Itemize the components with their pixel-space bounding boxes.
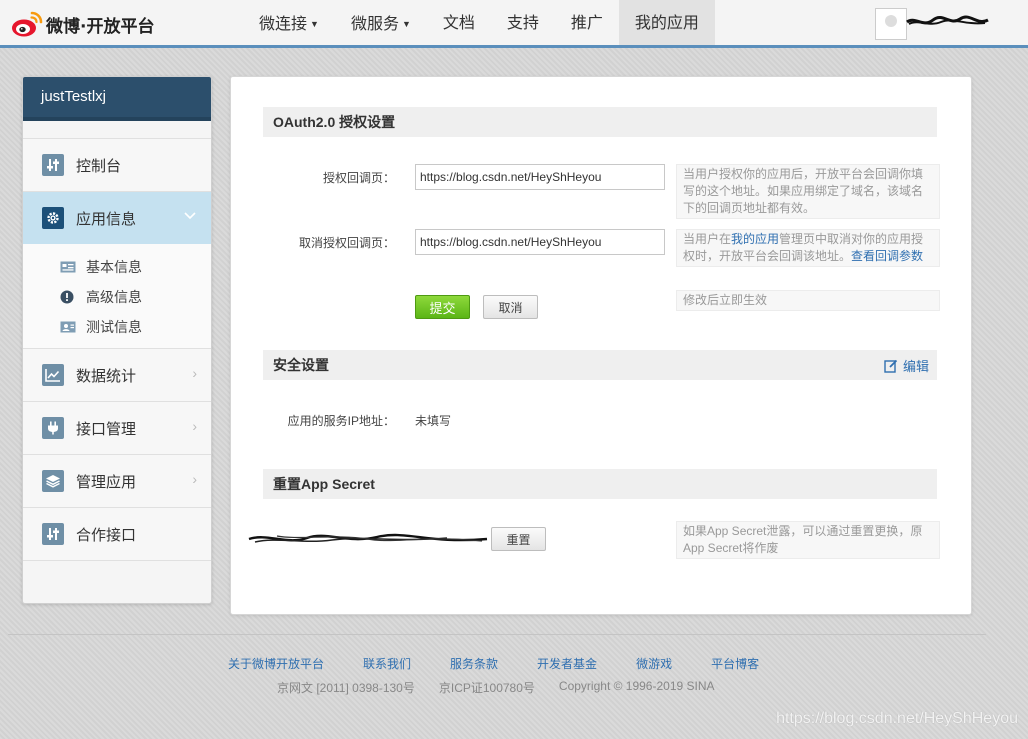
secret-section-title: 重置App Secret [263,469,937,499]
plug-icon [42,417,64,439]
sidebar-app-name: justTestlxj [23,77,211,121]
nav-item-support[interactable]: 支持 [491,0,555,45]
footer-link-about[interactable]: 关于微博开放平台 [228,655,324,672]
footer-link-games[interactable]: 微游戏 [636,655,672,672]
sidebar-item-label: 合作接口 [76,526,137,544]
edit-label: 编辑 [902,359,929,374]
sidebar-item-app-info[interactable]: 应用信息 [23,192,211,244]
oauth-section-title: OAuth2.0 授权设置 [263,107,937,137]
sidebar-item-label: 控制台 [76,157,122,175]
sidebar-item-label: 管理应用 [76,473,137,491]
sidebar-item-api-management[interactable]: 接口管理 › [23,402,211,455]
nav-label: 微服务 [350,16,399,33]
submenu-item-basic-info[interactable]: 基本信息 [23,252,211,282]
sidebar-spacer [23,121,211,139]
submenu-label: 测试信息 [86,319,142,335]
main-nav: 微连接 ▼ 微服务 ▼ 文档 支持 推广 我的应用 [243,0,715,45]
line-chart-icon [42,364,64,386]
callback-url-label: 授权回调页： [322,171,395,185]
hint-text: 当用户在 [683,232,732,246]
nav-label: 微连接 [259,16,308,33]
copyright-text: Copyright © 1996-2019 SINA [558,679,715,693]
user-card-icon [60,321,76,333]
reset-secret-hint: 如果App Secret泄露，可以通过重置更换，原App Secret将作废 [676,521,940,559]
cancel-button[interactable]: 取消 [483,295,538,319]
sidebar-item-statistics[interactable]: 数据统计 › [23,349,211,402]
submenu-item-advanced-info[interactable]: 高级信息 [23,282,211,312]
sidebar-item-label: 应用信息 [76,210,137,228]
chevron-right-icon: › [192,365,197,381]
edit-security-link[interactable]: 编辑 [884,356,929,375]
license-text: 京网文 [2011] 0398-130号 [277,681,415,695]
security-section-title: 安全设置 [263,350,937,380]
gear-icon [42,207,64,229]
sidebar-submenu: 基本信息 高级信息 测试信息 [23,244,211,349]
server-ip-value: 未填写 [415,414,452,428]
footer-copyright: 京网文 [2011] 0398-130号 京ICP证100780号 Copyri… [277,679,739,696]
icp-text: 京ICP证100780号 [438,681,535,695]
sidebar-item-console[interactable]: 控制台 [23,139,211,192]
main-panel: OAuth2.0 授权设置 授权回调页： 当用户授权你的应用后，开放平台会回调你… [230,76,972,615]
footer-divider [8,634,986,635]
info-icon [60,290,74,304]
csdn-watermark: https://blog.csdn.net/HeyShHeyou [776,710,1018,727]
footer-link-dev-fund[interactable]: 开发者基金 [537,655,597,672]
weibo-open-platform-logo[interactable]: 微博·开放平台 [10,8,154,40]
redacted-username-scribble [906,15,989,25]
nav-item-docs[interactable]: 文档 [427,0,491,45]
submenu-label: 高级信息 [86,289,142,305]
nav-item-promotion[interactable]: 推广 [555,0,619,45]
footer-link-blog[interactable]: 平台博客 [711,655,759,672]
reset-secret-button[interactable]: 重置 [491,527,546,551]
sliders-icon [42,154,64,176]
footer-link-terms[interactable]: 服务条款 [450,655,498,672]
footer-link-contact[interactable]: 联系我们 [363,655,411,672]
view-callback-params-link[interactable]: 查看回调参数 [851,249,923,263]
callback-url-input[interactable] [415,164,665,190]
server-ip-label: 应用的服务IP地址： [287,414,395,428]
footer-links: 关于微博开放平台 联系我们 服务条款 开发者基金 微游戏 平台博客 [228,655,798,672]
sidebar-item-label: 接口管理 [76,420,137,438]
edit-icon [884,359,898,373]
cancel-callback-label: 取消授权回调页： [298,236,395,250]
sidebar-item-label: 数据统计 [76,367,137,385]
nav-item-micro-service[interactable]: 微服务 ▼ [335,0,427,45]
submenu-item-test-info[interactable]: 测试信息 [23,312,211,342]
submit-button[interactable]: 提交 [415,295,470,319]
weibo-logo-icon [12,11,43,37]
logo-text: 微博·开放平台 [46,16,155,37]
sidebar: justTestlxj 控制台 应用信息 基本信息 高级信息 测试信息 数据统计… [22,76,212,604]
caret-down-icon: ▼ [401,19,411,29]
user-avatar[interactable] [875,8,907,40]
layers-icon [42,470,64,492]
my-apps-link[interactable]: 我的应用 [731,232,779,246]
chevron-right-icon: › [192,418,197,434]
sidebar-item-manage-apps[interactable]: 管理应用 › [23,455,211,508]
chevron-right-icon: › [192,471,197,487]
card-icon [60,261,76,273]
callback-url-hint: 当用户授权你的应用后，开放平台会回调你填写的这个地址。如果应用绑定了域名，该域名… [676,164,940,219]
caret-down-icon: ▼ [310,19,319,29]
sliders-icon [42,523,64,545]
sidebar-item-partner-api[interactable]: 合作接口 [23,508,211,561]
cancel-callback-hint: 当用户在我的应用管理页中取消对你的应用授权时，开放平台会回调该地址。查看回调参数 [676,229,940,267]
redacted-app-secret-scribble [248,533,488,543]
nav-item-micro-connect[interactable]: 微连接 ▼ [243,0,335,45]
submit-hint: 修改后立即生效 [676,290,940,311]
cancel-callback-input[interactable] [415,229,665,255]
top-navigation-bar: 微博·开放平台 微连接 ▼ 微服务 ▼ 文档 支持 推广 我的应用 [0,0,1028,48]
chevron-down-icon [183,208,197,224]
submenu-label: 基本信息 [86,259,142,275]
nav-item-my-apps[interactable]: 我的应用 [618,0,715,45]
